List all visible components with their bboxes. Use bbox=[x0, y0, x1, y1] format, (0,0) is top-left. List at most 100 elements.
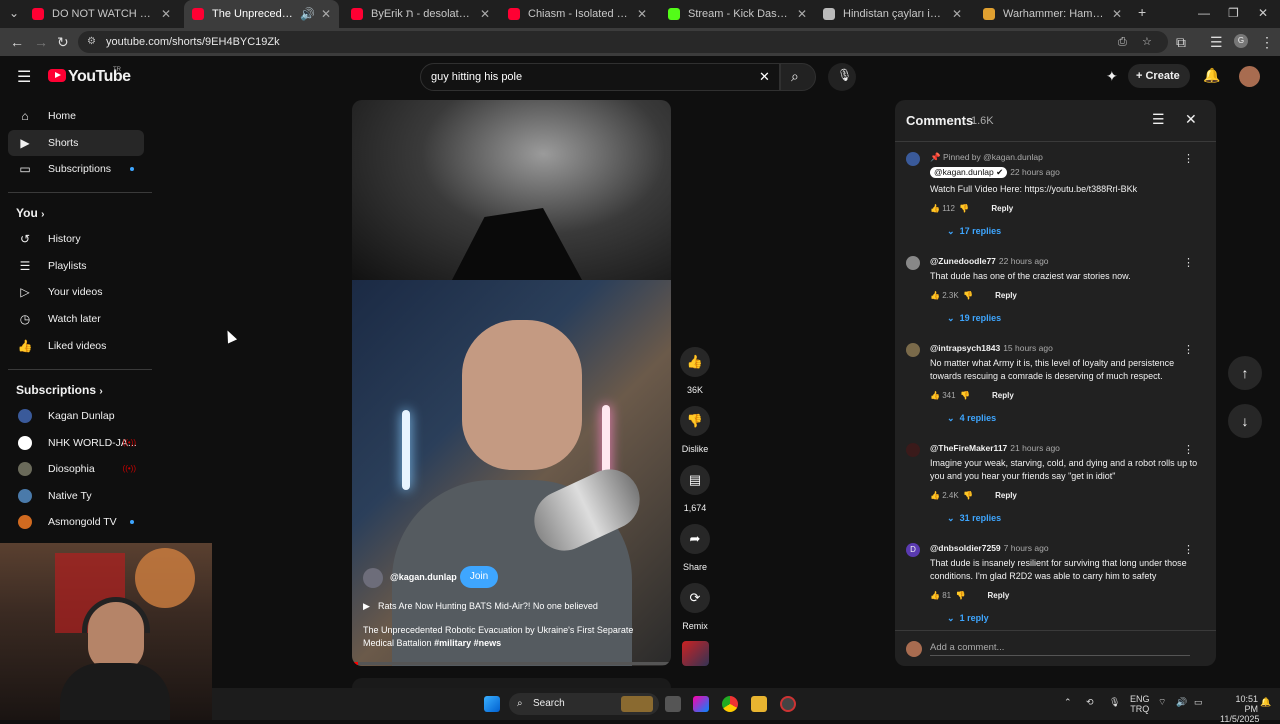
dislike-icon[interactable]: 👎 bbox=[963, 491, 973, 500]
wifi-icon[interactable]: ⌔ bbox=[1158, 697, 1166, 707]
voice-search-button[interactable]: 🎙 bbox=[828, 63, 856, 91]
reply-button[interactable]: Reply bbox=[988, 591, 1010, 600]
previous-short-button[interactable]: ↑ bbox=[1228, 356, 1262, 390]
browser-tab[interactable]: The Unprecedented Robotic 🔊 ✕ bbox=[184, 0, 339, 28]
remix-action[interactable]: ⟳ Remix bbox=[680, 583, 710, 631]
hamburger-menu-icon[interactable]: ☰ bbox=[17, 67, 31, 87]
close-tab-icon[interactable]: ✕ bbox=[480, 7, 490, 21]
close-tab-icon[interactable]: ✕ bbox=[952, 7, 962, 21]
comment-author[interactable]: @Zunedoodle77 bbox=[930, 256, 996, 266]
sidebar-item-subscriptions[interactable]: ▭ Subscriptions bbox=[8, 156, 144, 182]
sidebar-item-shorts[interactable]: ▶ Shorts bbox=[8, 130, 144, 156]
site-info-icon[interactable]: ⚙ bbox=[87, 31, 96, 53]
comment-more-icon[interactable]: ⋮ bbox=[1183, 343, 1194, 356]
windows-start-icon[interactable] bbox=[484, 696, 500, 712]
reply-button[interactable]: Reply bbox=[991, 204, 1013, 213]
subscription-channel[interactable]: Diosophia ((•)) bbox=[8, 456, 144, 482]
volume-icon[interactable]: 🔊 bbox=[1176, 697, 1187, 707]
shorts-video-player[interactable]: @kagan.dunlap Join ▶ Rats Are Now Huntin… bbox=[352, 100, 671, 666]
tab-search-icon[interactable]: ⌄ bbox=[9, 6, 19, 20]
subscription-channel[interactable]: NHK WORLD-JA... ((•)) bbox=[8, 430, 144, 456]
close-tab-icon[interactable]: ✕ bbox=[321, 7, 331, 21]
view-replies-button[interactable]: ⌄ 4 replies bbox=[947, 413, 996, 424]
sidebar-item-history[interactable]: ↺ History bbox=[8, 226, 144, 252]
sidebar-item-playlists[interactable]: ☰ Playlists bbox=[8, 253, 144, 279]
subscriptions-section-heading[interactable]: Subscriptions › bbox=[16, 383, 103, 397]
task-view-icon[interactable] bbox=[665, 696, 681, 712]
back-icon[interactable]: ← bbox=[10, 34, 24, 50]
join-button[interactable]: Join bbox=[460, 566, 498, 588]
youtube-logo-icon[interactable] bbox=[48, 69, 66, 82]
tab-audio-icon[interactable]: 🔊 bbox=[300, 7, 315, 21]
commenter-avatar[interactable] bbox=[906, 152, 920, 166]
view-replies-button[interactable]: ⌄ 17 replies bbox=[947, 226, 1001, 237]
play-icon[interactable]: ▶ bbox=[363, 601, 370, 612]
channel-avatar[interactable] bbox=[363, 568, 383, 588]
account-avatar[interactable] bbox=[1239, 66, 1260, 87]
like-icon[interactable]: 👍 bbox=[930, 291, 940, 300]
audio-track-title[interactable]: Rats Are Now Hunting BATS Mid-Air?! No o… bbox=[378, 601, 598, 611]
remix-icon[interactable]: ⟳ bbox=[680, 583, 710, 613]
close-window-icon[interactable]: ✕ bbox=[1258, 6, 1268, 20]
comment-icon[interactable]: ▤ bbox=[680, 465, 710, 495]
sidebar-item-home[interactable]: ⌂ Home bbox=[8, 103, 144, 129]
youtube-logo-text[interactable]: YouTube bbox=[68, 68, 131, 86]
comment-author[interactable]: @dnbsoldier7259 bbox=[930, 543, 1001, 553]
restore-icon[interactable]: ❐ bbox=[1228, 6, 1239, 20]
view-replies-button[interactable]: ⌄ 19 replies bbox=[947, 313, 1001, 324]
comment-more-icon[interactable]: ⋮ bbox=[1183, 443, 1194, 456]
microphone-tray-icon[interactable]: 🎙 bbox=[1109, 697, 1120, 707]
like-action[interactable]: 👍 36K bbox=[680, 347, 710, 395]
browser-tab[interactable]: ByErik ת - desolate (Slowed) - Y ✕ bbox=[343, 0, 498, 28]
battery-icon[interactable]: ▭ bbox=[1194, 697, 1203, 707]
sidebar-item-watch-later[interactable]: ◷ Watch later bbox=[8, 306, 144, 332]
dislike-icon[interactable]: 👎 bbox=[959, 204, 969, 213]
comments-action[interactable]: ▤ 1,674 bbox=[680, 465, 710, 513]
browser-tab[interactable]: DO NOT WATCH WHILE EATING ✕ bbox=[24, 0, 179, 28]
network-app-icon[interactable]: ⟲ bbox=[1086, 697, 1094, 707]
reply-button[interactable]: Reply bbox=[992, 391, 1014, 400]
copilot-icon[interactable] bbox=[693, 696, 709, 712]
reading-list-icon[interactable]: ☰ bbox=[1210, 34, 1223, 51]
commenter-avatar[interactable]: D bbox=[906, 543, 920, 557]
commenter-avatar[interactable] bbox=[906, 256, 920, 270]
next-short-button[interactable]: ↓ bbox=[1228, 404, 1262, 438]
profile-avatar[interactable]: G bbox=[1234, 34, 1248, 48]
browser-tab[interactable]: Warhammer: Hammer and Bolt ✕ bbox=[975, 0, 1130, 28]
minimize-icon[interactable]: — bbox=[1198, 6, 1210, 20]
browser-tab[interactable]: Chiasm - Isolated - YouTube ✕ bbox=[500, 0, 655, 28]
close-icon[interactable]: ✕ bbox=[1185, 111, 1197, 128]
creator-author-badge[interactable]: @kagan.dunlap ✔ bbox=[930, 167, 1008, 178]
share-action[interactable]: ➦ Share bbox=[680, 524, 710, 572]
clear-search-icon[interactable]: ✕ bbox=[759, 64, 770, 90]
install-icon[interactable]: ⎙ bbox=[1118, 31, 1127, 53]
like-icon[interactable]: 👍 bbox=[930, 204, 940, 213]
video-progress-bar[interactable] bbox=[352, 662, 671, 665]
tray-overflow-icon[interactable]: ⌃ bbox=[1064, 697, 1072, 707]
bookmark-star-icon[interactable]: ☆ bbox=[1142, 31, 1152, 53]
browser-tab[interactable]: Hindistan çayları içerikleri ✕ bbox=[815, 0, 970, 28]
obs-icon[interactable] bbox=[780, 696, 796, 712]
dislike-icon[interactable]: 👎 bbox=[960, 391, 970, 400]
sidebar-item-liked-videos[interactable]: 👍 Liked videos bbox=[8, 333, 144, 359]
sort-icon[interactable]: ☰ bbox=[1152, 111, 1165, 128]
browser-menu-icon[interactable]: ⋮ bbox=[1260, 34, 1274, 51]
taskbar-search[interactable]: ⌕ Search bbox=[509, 693, 659, 715]
extensions-icon[interactable]: ⧉ bbox=[1176, 34, 1186, 51]
dislike-icon[interactable]: 👎 bbox=[963, 291, 973, 300]
close-tab-icon[interactable]: ✕ bbox=[797, 7, 807, 21]
comment-more-icon[interactable]: ⋮ bbox=[1183, 543, 1194, 556]
url-bar[interactable]: ⚙ youtube.com/shorts/9EH4BYC19Zk ⎙ ☆ bbox=[78, 31, 1168, 53]
close-tab-icon[interactable]: ✕ bbox=[1112, 7, 1122, 21]
dislike-icon[interactable]: 👎 bbox=[680, 406, 710, 436]
create-button[interactable]: + Create bbox=[1128, 64, 1190, 88]
comment-more-icon[interactable]: ⋮ bbox=[1183, 152, 1194, 165]
subscription-channel[interactable]: Kagan Dunlap bbox=[8, 403, 144, 429]
commenter-avatar[interactable] bbox=[906, 343, 920, 357]
comment-more-icon[interactable]: ⋮ bbox=[1183, 256, 1194, 269]
file-explorer-icon[interactable] bbox=[751, 696, 767, 712]
browser-tab[interactable]: Stream - Kick Dashboard ✕ bbox=[660, 0, 815, 28]
like-icon[interactable]: 👍 bbox=[680, 347, 710, 377]
reply-button[interactable]: Reply bbox=[995, 491, 1017, 500]
new-tab-button[interactable]: + bbox=[1138, 4, 1146, 20]
